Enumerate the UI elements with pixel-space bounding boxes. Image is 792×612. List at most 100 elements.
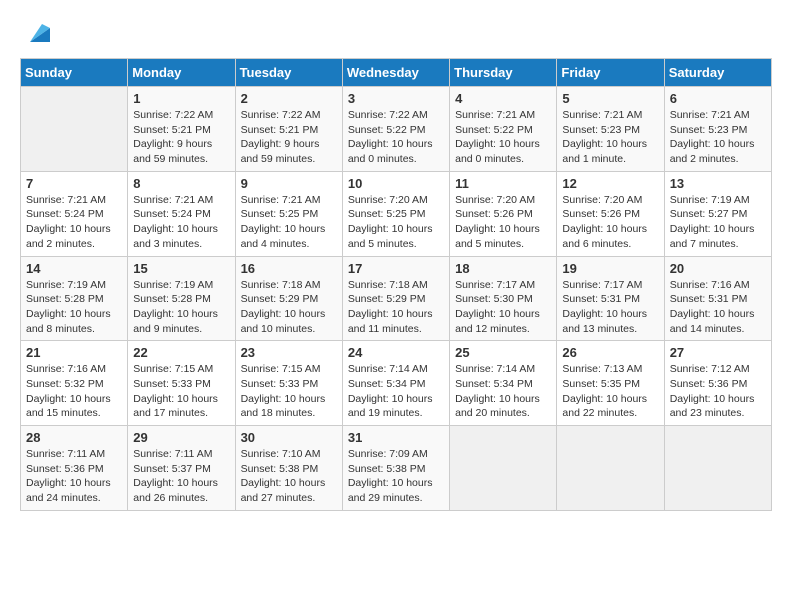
calendar-cell: 11 Sunrise: 7:20 AM Sunset: 5:26 PM Dayli… [450,171,557,256]
day-number: 17 [348,261,444,276]
calendar-cell: 10 Sunrise: 7:20 AM Sunset: 5:25 PM Dayli… [342,171,449,256]
calendar-cell: 26Sunrise: 7:13 AM Sunset: 5:35 PM Dayli… [557,341,664,426]
day-info: Sunrise: 7:19 AM Sunset: 5:28 PM Dayligh… [26,278,122,337]
calendar-cell: 24Sunrise: 7:14 AM Sunset: 5:34 PM Dayli… [342,341,449,426]
day-number: 4 [455,91,551,106]
day-number: 15 [133,261,229,276]
day-info: Sunrise: 7:18 AM Sunset: 5:29 PM Dayligh… [348,278,444,337]
day-number: 25 [455,345,551,360]
day-number: 14 [26,261,122,276]
day-number: 28 [26,430,122,445]
calendar-cell: 28Sunrise: 7:11 AM Sunset: 5:36 PM Dayli… [21,426,128,511]
calendar-cell: 6Sunrise: 7:21 AM Sunset: 5:23 PM Daylig… [664,87,771,172]
logo [20,20,50,48]
calendar-cell: 22 Sunrise: 7:15 AM Sunset: 5:33 PM Dayli… [128,341,235,426]
calendar-week-5: 28Sunrise: 7:11 AM Sunset: 5:36 PM Dayli… [21,426,772,511]
day-number: 20 [670,261,766,276]
day-number: 10 [348,176,444,191]
calendar-cell [450,426,557,511]
calendar-cell: 30 Sunrise: 7:10 AM Sunset: 5:38 PM Dayli… [235,426,342,511]
calendar-cell: 5 Sunrise: 7:21 AM Sunset: 5:23 PM Daylig… [557,87,664,172]
day-number: 16 [241,261,337,276]
day-number: 30 [241,430,337,445]
calendar-cell: 15 Sunrise: 7:19 AM Sunset: 5:28 PM Dayli… [128,256,235,341]
calendar-cell: 3 Sunrise: 7:22 AM Sunset: 5:22 PM Daylig… [342,87,449,172]
calendar-cell: 4 Sunrise: 7:21 AM Sunset: 5:22 PM Daylig… [450,87,557,172]
day-number: 11 [455,176,551,191]
day-number: 5 [562,91,658,106]
calendar-cell: 17 Sunrise: 7:18 AM Sunset: 5:29 PM Dayli… [342,256,449,341]
day-info: Sunrise: 7:21 AM Sunset: 5:22 PM Dayligh… [455,108,551,167]
calendar-week-3: 14 Sunrise: 7:19 AM Sunset: 5:28 PM Dayli… [21,256,772,341]
calendar-week-2: 7 Sunrise: 7:21 AM Sunset: 5:24 PM Daylig… [21,171,772,256]
header-cell-tuesday: Tuesday [235,59,342,87]
day-info: Sunrise: 7:20 AM Sunset: 5:26 PM Dayligh… [562,193,658,252]
calendar-cell: 16 Sunrise: 7:18 AM Sunset: 5:29 PM Dayli… [235,256,342,341]
day-info: Sunrise: 7:20 AM Sunset: 5:25 PM Dayligh… [348,193,444,252]
day-number: 8 [133,176,229,191]
day-info: Sunrise: 7:11 AM Sunset: 5:37 PM Dayligh… [133,447,229,506]
header-cell-wednesday: Wednesday [342,59,449,87]
day-number: 13 [670,176,766,191]
day-info: Sunrise: 7:22 AM Sunset: 5:21 PM Dayligh… [241,108,337,167]
day-number: 23 [241,345,337,360]
calendar-cell: 18 Sunrise: 7:17 AM Sunset: 5:30 PM Dayli… [450,256,557,341]
calendar-cell: 29 Sunrise: 7:11 AM Sunset: 5:37 PM Dayli… [128,426,235,511]
header-cell-thursday: Thursday [450,59,557,87]
day-number: 27 [670,345,766,360]
header-cell-monday: Monday [128,59,235,87]
day-number: 7 [26,176,122,191]
day-number: 31 [348,430,444,445]
day-number: 18 [455,261,551,276]
calendar-cell: 21Sunrise: 7:16 AM Sunset: 5:32 PM Dayli… [21,341,128,426]
day-info: Sunrise: 7:10 AM Sunset: 5:38 PM Dayligh… [241,447,337,506]
header-cell-sunday: Sunday [21,59,128,87]
calendar-cell: 13Sunrise: 7:19 AM Sunset: 5:27 PM Dayli… [664,171,771,256]
day-info: Sunrise: 7:20 AM Sunset: 5:26 PM Dayligh… [455,193,551,252]
day-number: 22 [133,345,229,360]
calendar-table: SundayMondayTuesdayWednesdayThursdayFrid… [20,58,772,511]
calendar-cell: 31 Sunrise: 7:09 AM Sunset: 5:38 PM Dayli… [342,426,449,511]
calendar-cell: 14 Sunrise: 7:19 AM Sunset: 5:28 PM Dayli… [21,256,128,341]
day-info: Sunrise: 7:22 AM Sunset: 5:21 PM Dayligh… [133,108,229,167]
day-info: Sunrise: 7:17 AM Sunset: 5:30 PM Dayligh… [455,278,551,337]
logo-icon [22,20,50,48]
day-info: Sunrise: 7:21 AM Sunset: 5:24 PM Dayligh… [133,193,229,252]
day-number: 3 [348,91,444,106]
day-info: Sunrise: 7:21 AM Sunset: 5:25 PM Dayligh… [241,193,337,252]
day-number: 6 [670,91,766,106]
calendar-cell [21,87,128,172]
day-info: Sunrise: 7:22 AM Sunset: 5:22 PM Dayligh… [348,108,444,167]
calendar-week-1: 1 Sunrise: 7:22 AM Sunset: 5:21 PM Daylig… [21,87,772,172]
day-info: Sunrise: 7:09 AM Sunset: 5:38 PM Dayligh… [348,447,444,506]
calendar-cell: 8 Sunrise: 7:21 AM Sunset: 5:24 PM Daylig… [128,171,235,256]
day-info: Sunrise: 7:16 AM Sunset: 5:32 PM Dayligh… [26,362,122,421]
day-number: 24 [348,345,444,360]
day-info: Sunrise: 7:16 AM Sunset: 5:31 PM Dayligh… [670,278,766,337]
day-info: Sunrise: 7:19 AM Sunset: 5:28 PM Dayligh… [133,278,229,337]
day-info: Sunrise: 7:18 AM Sunset: 5:29 PM Dayligh… [241,278,337,337]
day-number: 26 [562,345,658,360]
calendar-cell: 23 Sunrise: 7:15 AM Sunset: 5:33 PM Dayli… [235,341,342,426]
day-info: Sunrise: 7:15 AM Sunset: 5:33 PM Dayligh… [133,362,229,421]
header-cell-saturday: Saturday [664,59,771,87]
calendar-cell: 7 Sunrise: 7:21 AM Sunset: 5:24 PM Daylig… [21,171,128,256]
day-info: Sunrise: 7:17 AM Sunset: 5:31 PM Dayligh… [562,278,658,337]
day-info: Sunrise: 7:21 AM Sunset: 5:23 PM Dayligh… [562,108,658,167]
day-number: 1 [133,91,229,106]
calendar-header-row: SundayMondayTuesdayWednesdayThursdayFrid… [21,59,772,87]
day-info: Sunrise: 7:15 AM Sunset: 5:33 PM Dayligh… [241,362,337,421]
day-number: 12 [562,176,658,191]
calendar-cell [557,426,664,511]
day-info: Sunrise: 7:12 AM Sunset: 5:36 PM Dayligh… [670,362,766,421]
calendar-cell: 9 Sunrise: 7:21 AM Sunset: 5:25 PM Daylig… [235,171,342,256]
day-info: Sunrise: 7:21 AM Sunset: 5:24 PM Dayligh… [26,193,122,252]
day-number: 9 [241,176,337,191]
calendar-body: 1 Sunrise: 7:22 AM Sunset: 5:21 PM Daylig… [21,87,772,511]
calendar-cell: 25Sunrise: 7:14 AM Sunset: 5:34 PM Dayli… [450,341,557,426]
calendar-cell: 20 Sunrise: 7:16 AM Sunset: 5:31 PM Dayli… [664,256,771,341]
calendar-cell: 2 Sunrise: 7:22 AM Sunset: 5:21 PM Daylig… [235,87,342,172]
calendar-week-4: 21Sunrise: 7:16 AM Sunset: 5:32 PM Dayli… [21,341,772,426]
day-number: 2 [241,91,337,106]
day-number: 29 [133,430,229,445]
